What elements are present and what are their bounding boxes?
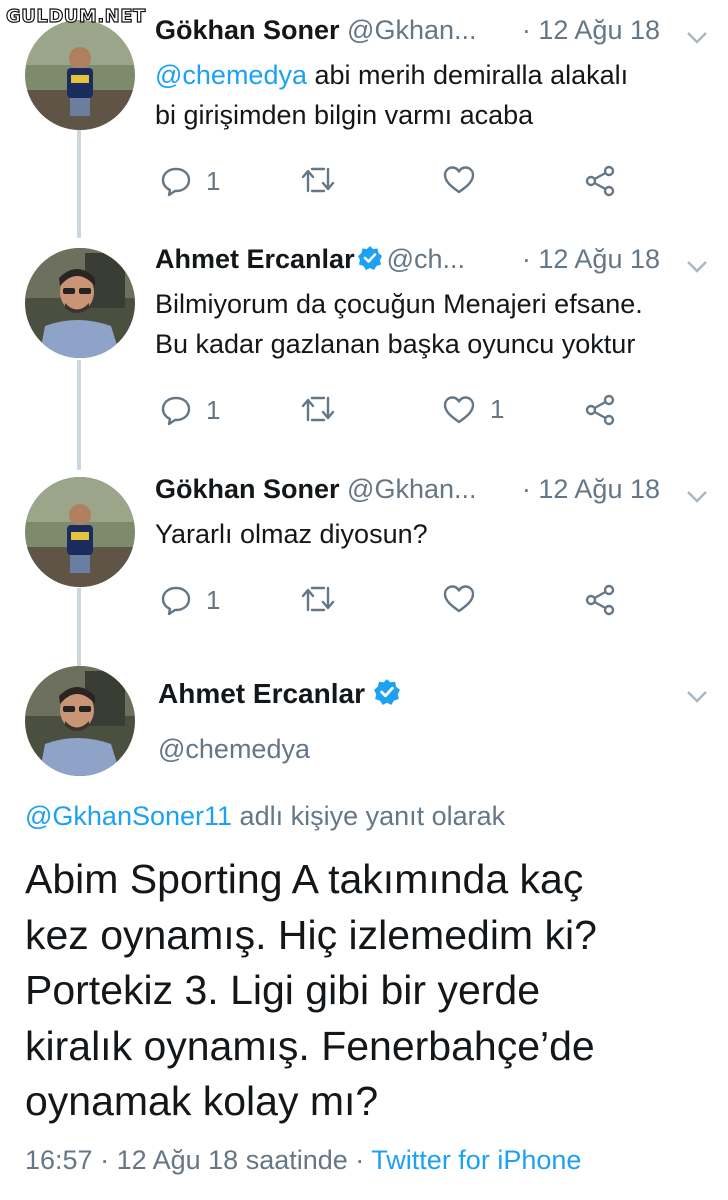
reply-icon [160,394,192,426]
tweet-2[interactable]: Ahmet Ercanlar @ch... · 12 Ağu 18 Bilmiyo… [0,244,728,454]
reply-context-text: adlı kişiye yanıt olarak [232,801,506,831]
display-name[interactable]: Ahmet Ercanlar [155,244,355,274]
tweet-meta-footer: 16:57 · 12 Ağu 18 saatinde · Twitter for… [25,1145,581,1176]
tweet-date[interactable]: · 12 Ağu 18 [522,15,660,46]
date-text: 12 Ağu 18 [538,244,660,274]
share-icon [584,165,616,197]
retweet-icon [300,165,336,195]
tweet-text-line: Portekiz 3. Ligi gibi bir yerde [25,967,541,1013]
like-icon [442,584,476,614]
chevron-down-icon[interactable] [686,21,708,52]
date-text: 12 Ağu 18 [538,15,660,45]
like-button[interactable] [442,584,476,614]
share-button[interactable] [584,165,616,197]
chevron-down-icon[interactable] [686,690,708,709]
watermark-logo: GULDUM.NET [5,5,146,27]
chevron-down-icon[interactable] [686,250,708,281]
display-name[interactable]: Gökhan Soner [155,474,340,504]
like-button[interactable] [442,165,476,195]
tweet-header: Gökhan Soner @Gkhan... · 12 Ağu 18 [155,474,728,514]
main-tweet-text: Abim Sporting A takımında kaç kez oynamı… [25,852,705,1130]
verified-badge-icon [373,678,401,713]
tweet-text-line: Bu kadar gazlanan başka oyuncu yoktur [155,329,636,359]
tweet-3[interactable]: Gökhan Soner @Gkhan... · 12 Ağu 18 Yarar… [0,474,728,644]
tweet-header: Gökhan Soner @Gkhan... · 12 Ağu 18 [155,15,728,55]
tweet-text: @chemedya abi merih demiralla alakalı bi… [155,55,718,135]
tweet-text: Yararlı olmaz diyosun? [155,514,718,554]
separator-dot: · [92,1145,117,1175]
mention-link[interactable]: @chemedya [155,60,307,90]
reply-count: 1 [206,584,221,615]
retweet-button[interactable] [300,165,336,195]
tweet-text-line: oynamak kolay mı? [25,1078,379,1124]
user-handle[interactable]: @ch... [387,244,465,274]
tweet-time[interactable]: 16:57 [25,1145,93,1175]
tweet-text-line: kez oynamış. Hiç izlemedim ki? [25,911,597,958]
separator-dot: · [521,244,531,274]
reply-count: 1 [206,165,221,196]
tweet-actions: 1 1 [160,394,680,434]
tweet-text-line: Abim Sporting A takımında kaç [25,856,584,902]
separator-dot: · [521,474,531,504]
separator-dot: · [347,1145,372,1175]
like-icon [442,165,476,195]
like-count: 1 [490,394,505,424]
user-handle[interactable]: @Gkhan... [347,15,476,45]
reply-button[interactable]: 1 [160,394,220,426]
user-handle[interactable]: @Gkhan... [347,474,476,504]
retweet-icon [300,584,336,614]
main-user-handle[interactable]: @chemedya [158,734,310,765]
tweet-text-line: abi merih demiralla alakalı [306,60,629,90]
tweet-text-line: Bilmiyorum da çocuğun Menajeri efsane. [155,289,643,319]
tweet-text-line: bi girişimden bilgin varmı acaba [155,100,534,130]
reply-button[interactable]: 1 [160,584,220,616]
avatar-ahmet[interactable] [25,666,135,776]
share-button[interactable] [584,584,616,616]
retweet-icon [300,394,336,424]
reply-icon [160,165,192,197]
tweet-actions: 1 [160,165,680,205]
share-icon [584,394,616,426]
share-icon [584,584,616,616]
date-text: 12 Ağu 18 [538,474,660,504]
tweet-date[interactable]: 12 Ağu 18 saatinde [117,1145,348,1175]
share-button[interactable] [584,394,616,426]
tweet-1[interactable]: Gökhan Soner @Gkhan... · 12 Ağu 18 @chem… [0,15,728,225]
retweet-button[interactable] [300,584,336,614]
verified-badge-icon [357,245,383,278]
tweet-text-line: kiralık oynamış. Fenerbahçe’de [25,1022,595,1069]
reply-button[interactable]: 1 [160,165,220,197]
reply-count: 1 [206,394,221,425]
tweet-date[interactable]: · 12 Ağu 18 [522,244,660,275]
separator-dot: · [521,15,531,45]
like-button[interactable]: 1 [442,394,504,425]
tweet-date[interactable]: · 12 Ağu 18 [522,474,660,505]
display-name[interactable]: Gökhan Soner [155,15,340,45]
tweet-text: Bilmiyorum da çocuğun Menajeri efsane. B… [155,284,718,364]
tweet-header: Ahmet Ercanlar @ch... · 12 Ağu 18 [155,244,728,284]
main-display-name[interactable]: Ahmet Ercanlar [158,678,405,713]
retweet-button[interactable] [300,394,336,424]
like-icon [442,395,476,425]
chevron-down-icon[interactable] [686,480,708,511]
display-name[interactable]: Ahmet Ercanlar [158,678,365,709]
reply-to-mention[interactable]: @GkhanSoner11 [25,801,232,831]
tweet-text-line: Yararlı olmaz diyosun? [155,519,428,549]
reply-icon [160,584,192,616]
tweet-source-link[interactable]: Twitter for iPhone [371,1145,581,1175]
reply-context: @GkhanSoner11 adlı kişiye yanıt olarak [25,801,505,832]
tweet-actions: 1 [160,584,680,624]
